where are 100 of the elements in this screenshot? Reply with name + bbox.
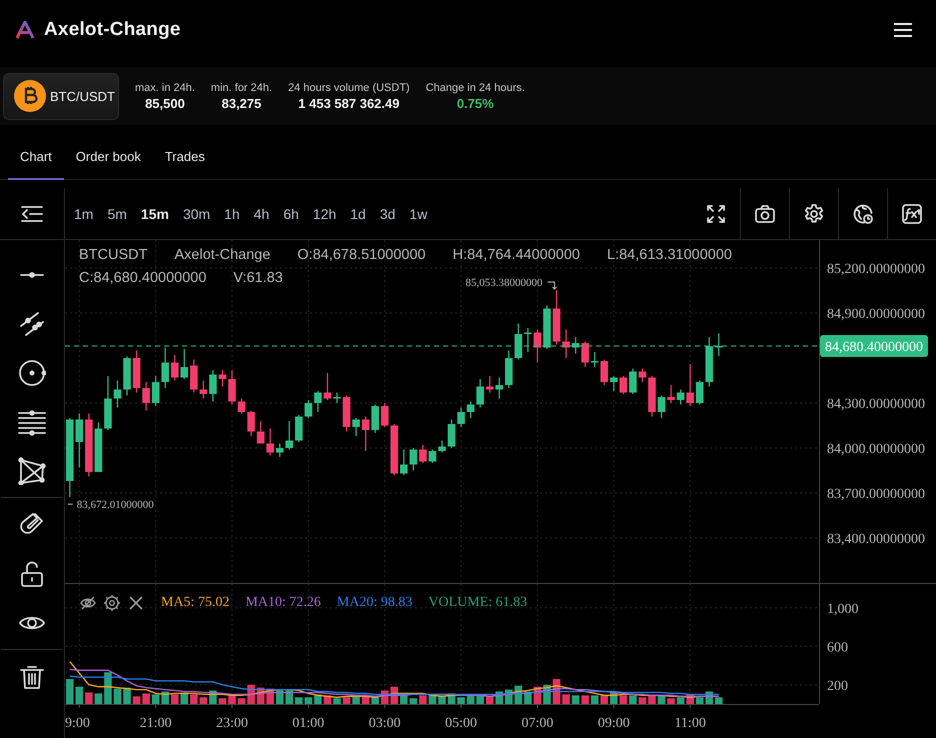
volume-bar: [238, 698, 246, 704]
axis-label: 85,200.00000000: [827, 262, 925, 278]
volume-bar: [295, 697, 303, 704]
hide-icon[interactable]: [79, 594, 97, 612]
candlestick: [581, 342, 589, 368]
interval-button[interactable]: 12h: [306, 206, 344, 222]
last-price-label: 84,680.40000000: [820, 334, 928, 357]
time-label: 21:00: [140, 716, 172, 731]
legend-text: V:61.83: [233, 269, 283, 288]
candlestick: [572, 337, 580, 354]
legend-text: Axelot-Change: [174, 246, 270, 265]
candlestick: [200, 380, 208, 399]
axis-label: 84,000.00000000: [827, 442, 925, 458]
volume-bar: [342, 697, 350, 704]
axis-label: 200: [827, 678, 848, 694]
legend-text: C:84,680.40000000: [79, 269, 206, 288]
interval-button[interactable]: 3d: [372, 206, 402, 222]
candlestick: [238, 398, 246, 414]
legend-text: BTCUSDT: [79, 246, 148, 265]
candlestick: [314, 391, 322, 412]
candlestick: [476, 379, 484, 408]
interval-button[interactable]: 1d: [343, 206, 373, 222]
volume-bar: [304, 697, 312, 704]
app-title: Axelot-Change: [44, 19, 181, 41]
candlestick: [658, 396, 666, 418]
volume-bar: [200, 697, 208, 704]
interval-button[interactable]: 1m: [67, 206, 100, 222]
volume-bar: [572, 695, 580, 704]
volume-bar: [76, 686, 84, 704]
volume-bar: [581, 695, 589, 704]
volume-bar: [629, 695, 637, 704]
candlestick: [543, 306, 551, 350]
indicator-label: MA20: 98.83: [336, 595, 412, 611]
candlestick: [142, 382, 150, 411]
volume-bar: [276, 690, 284, 704]
close-icon[interactable]: [127, 594, 145, 612]
candlestick: [333, 392, 341, 404]
axis-label: 84,300.00000000: [827, 397, 925, 412]
candlestick: [534, 330, 542, 363]
candlestick: [590, 352, 598, 368]
volume-bar: [667, 698, 675, 704]
candlestick: [324, 373, 332, 400]
interval-button[interactable]: 6h: [276, 206, 306, 222]
volume-bar: [114, 688, 122, 704]
menu-icon[interactable]: [892, 21, 914, 39]
stat-value: 85,500: [145, 96, 185, 110]
candlestick: [152, 376, 160, 406]
time-label: 01:00: [292, 716, 324, 731]
interval-button[interactable]: 15m: [134, 206, 176, 222]
time-label: 9:00: [65, 716, 90, 731]
ref-line-label: 84,680.40000000: [825, 340, 923, 355]
volume-bar: [170, 694, 179, 704]
candlestick: [419, 445, 427, 464]
volume-bar: [123, 688, 131, 704]
interval-button[interactable]: 1h: [217, 206, 247, 222]
candlestick: [362, 416, 370, 452]
candlestick: [256, 421, 264, 444]
time-label: 03:00: [368, 716, 401, 731]
candlestick: [638, 368, 646, 382]
volume-bar: [85, 692, 93, 704]
candlestick: [295, 415, 303, 442]
candlestick: [342, 396, 350, 432]
candlestick: [457, 408, 465, 428]
tab[interactable]: Chart: [8, 149, 64, 180]
legend-text: L:84,613.31000000: [607, 246, 732, 265]
candlestick: [466, 402, 474, 418]
time-label: 07:00: [522, 716, 554, 731]
tab[interactable]: Trades: [152, 149, 217, 180]
candlestick: [76, 414, 84, 468]
indicator-label: VOLUME: 61.83: [428, 595, 528, 611]
pair-button[interactable]: BTC/USDT: [3, 72, 119, 120]
candlestick: [247, 410, 255, 436]
candlestick: [505, 350, 513, 388]
candlestick: [132, 350, 140, 393]
candlestick: [266, 428, 274, 456]
time-label: 11:00: [674, 716, 706, 731]
interval-button[interactable]: 5m: [100, 206, 134, 222]
interval-button[interactable]: 1w: [402, 206, 434, 222]
low-price-marker: 83,672.01000000: [76, 499, 154, 512]
candlestick: [371, 404, 379, 434]
candlestick: [676, 390, 684, 405]
volume-bar: [562, 694, 570, 704]
legend-text: H:84,764.44000000: [452, 246, 580, 265]
candlestick: [438, 440, 446, 453]
candlestick: [228, 370, 236, 405]
stat-label: max. in 24h.: [135, 82, 195, 94]
candlestick: [620, 376, 628, 394]
candlestick: [85, 414, 93, 477]
settings-icon[interactable]: [103, 594, 121, 612]
candlestick: [629, 368, 637, 394]
volume-bar: [620, 695, 628, 704]
interval-button[interactable]: 30m: [176, 206, 218, 222]
volume-bar: [590, 695, 598, 704]
candlestick: [514, 324, 522, 360]
stat-value: 1 453 587 362.49: [298, 96, 400, 110]
tab[interactable]: Order book: [64, 149, 153, 180]
volume-bar: [66, 678, 74, 704]
stat-label: 24 hours volume (USDT): [288, 82, 410, 94]
interval-button[interactable]: 4h: [246, 206, 276, 222]
candlestick: [428, 450, 436, 464]
